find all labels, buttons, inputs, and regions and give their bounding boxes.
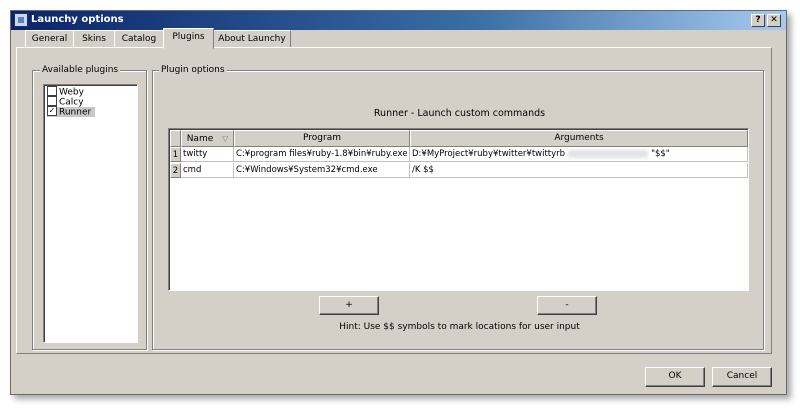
weby-checkbox[interactable] [47, 86, 57, 96]
window-title: Launchy options [31, 14, 124, 25]
plugin-options-legend: Plugin options [159, 65, 227, 75]
table-corner [170, 130, 181, 147]
table-cell-program[interactable]: C:¥Windows¥System32¥cmd.exe [234, 163, 410, 178]
arguments-text: /K $$ [412, 165, 434, 175]
plugin-item-label: Weby [59, 87, 84, 98]
launchy-app-icon [14, 13, 28, 27]
plugin-heading: Runner - Launch custom commands [373, 108, 546, 119]
ok-button[interactable]: OK [645, 367, 705, 387]
plugin-item-label: Runner [59, 107, 92, 118]
table-cell-arguments[interactable]: D:¥MyProject¥ruby¥twitter¥twittyrb "$$" [410, 147, 748, 162]
close-button[interactable]: ✕ [767, 14, 781, 27]
add-command-button[interactable]: + [319, 296, 379, 315]
tab-skins[interactable]: Skins [73, 30, 115, 48]
tab-plugins[interactable]: Plugins [163, 28, 214, 49]
column-header-label: Name [186, 134, 214, 144]
tab-general[interactable]: General [25, 30, 74, 48]
row-number[interactable]: 2 [170, 163, 181, 178]
column-header-program[interactable]: Program [234, 130, 410, 147]
hint-text: Hint: Use $$ symbols to mark locations f… [339, 322, 580, 332]
title-bar[interactable]: Launchy options ? ✕ [11, 11, 786, 30]
redacted-text [568, 149, 649, 158]
arguments-text: D:¥MyProject¥ruby¥twitter¥twittyrb [412, 149, 566, 159]
tab-about-launchy[interactable]: About Launchy [213, 30, 291, 48]
available-plugins-legend: Available plugins [40, 65, 121, 75]
commands-table[interactable]: Name ▽ Program Arguments 1 twitty C:¥pro… [168, 128, 749, 291]
sort-arrow-icon: ▽ [222, 134, 229, 143]
table-cell-program[interactable]: C:¥program files¥ruby-1.8¥bin¥ruby.exe [234, 147, 410, 162]
row-number[interactable]: 1 [170, 147, 181, 162]
tab-catalog[interactable]: Catalog [114, 30, 164, 48]
runner-checkbox[interactable]: ✓ [47, 106, 57, 116]
cancel-button[interactable]: Cancel [712, 367, 772, 387]
table-cell-arguments[interactable]: /K $$ [410, 163, 748, 178]
column-header-name[interactable]: Name ▽ [181, 130, 234, 147]
remove-command-button[interactable]: - [537, 296, 597, 315]
plugin-item-runner[interactable]: ✓ Runner [47, 106, 96, 118]
plugin-list[interactable]: Weby Calcy ✓ Runner [43, 84, 138, 343]
arguments-text: "$$" [651, 149, 670, 159]
table-cell-name[interactable]: cmd [181, 163, 234, 178]
calcy-checkbox[interactable] [47, 96, 57, 106]
table-cell-name[interactable]: twitty [181, 147, 234, 162]
plugin-item-label: Calcy [59, 97, 84, 108]
help-button[interactable]: ? [751, 14, 765, 27]
column-header-arguments[interactable]: Arguments [410, 130, 748, 147]
